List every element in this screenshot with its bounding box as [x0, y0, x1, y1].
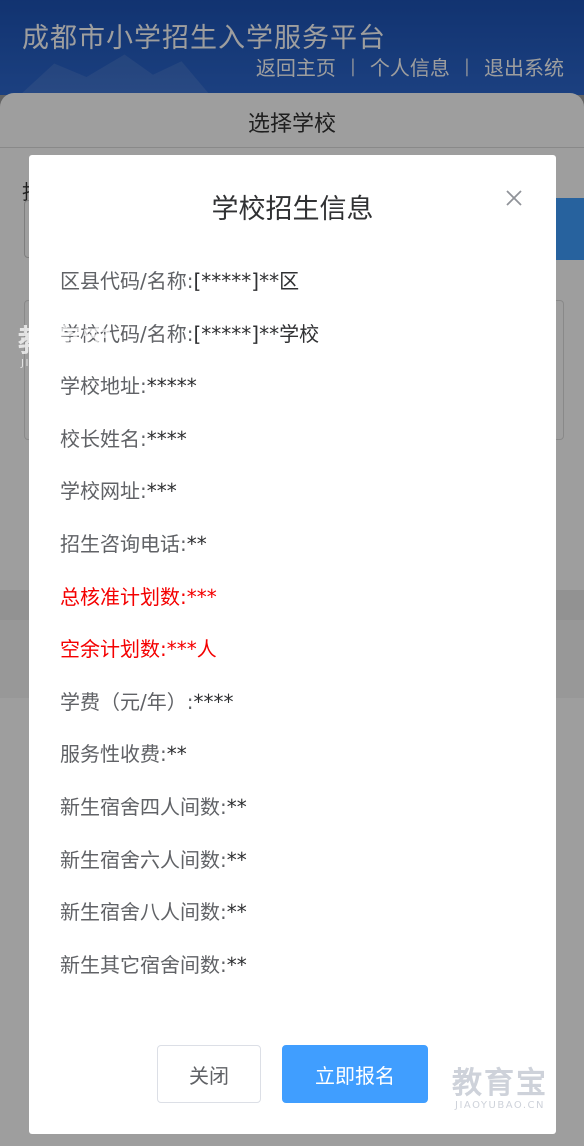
info-value: *****: [146, 374, 197, 399]
info-value: ***: [146, 479, 177, 504]
info-value: ***: [186, 584, 217, 609]
close-icon: [506, 190, 522, 206]
info-label: 新生宿舍八人间数:: [60, 900, 227, 925]
info-label: 校长姓名:: [60, 426, 147, 451]
info-value: **: [226, 952, 247, 977]
info-value: ***人: [166, 637, 217, 662]
watermark-en: JIAOYUBAO.CN: [21, 358, 111, 369]
info-row: 学费（元/年）:****: [60, 687, 319, 740]
close-button[interactable]: 关闭: [157, 1045, 261, 1103]
enroll-button[interactable]: 立即报名: [282, 1045, 428, 1103]
info-label: 新生宿舍四人间数:: [60, 794, 227, 819]
page-root: 成都市小学招生入学服务平台 返回主页 | 个人信息 | 退出系统 选择学校 抄 …: [0, 0, 584, 1146]
info-value: [*****]**区: [193, 269, 300, 293]
info-label: 总核准计划数:: [60, 584, 187, 609]
info-row: 学校地址:*****: [60, 371, 319, 424]
info-value: **: [226, 847, 247, 872]
info-label: 学校网址:: [60, 479, 147, 504]
info-row: 招生咨询电话:**: [60, 529, 319, 582]
info-row: 空余计划数:***人: [60, 634, 319, 687]
info-row: 服务性收费:**: [60, 739, 319, 792]
info-value: **: [166, 742, 187, 767]
info-row: 新生宿舍八人间数:**: [60, 897, 319, 950]
info-label: 学校地址:: [60, 374, 147, 399]
info-value: ****: [146, 426, 187, 451]
info-label: 区县代码/名称:: [60, 269, 194, 293]
info-value: **: [226, 794, 247, 819]
info-label: 招生咨询电话:: [60, 531, 187, 556]
info-row: 总核准计划数:***: [60, 582, 319, 635]
info-label: 空余计划数:: [60, 637, 167, 662]
info-list: 区县代码/名称:[*****]**区 学校代码/名称:[*****]**学校 学校地…: [60, 266, 319, 1002]
info-label: 新生其它宿舍间数:: [60, 952, 227, 977]
info-row: 新生宿舍四人间数:**: [60, 792, 319, 845]
info-value: ****: [193, 689, 234, 714]
info-row: 区县代码/名称:[*****]**区: [60, 266, 319, 319]
info-label: 新生宿舍六人间数:: [60, 847, 227, 872]
info-row: 新生其它宿舍间数:**: [60, 950, 319, 1003]
info-row: 学校网址:***: [60, 476, 319, 529]
watermark-en: JIAOYUBAO.CN: [455, 1100, 545, 1111]
info-label: 服务性收费:: [60, 742, 167, 767]
watermark-cn: 教育宝: [452, 1066, 548, 1101]
info-value: **: [226, 900, 247, 925]
info-value: **: [186, 531, 207, 556]
info-row: 校长姓名:****: [60, 424, 319, 477]
watermark-logo: 教育宝 JIAOYUBAO.CN: [452, 1068, 548, 1112]
watermark-logo: 教育宝 JIAOYUBAO.CN: [18, 326, 114, 370]
dialog-title: 学校招生信息: [211, 194, 374, 225]
school-info-dialog: 学校招生信息 区县代码/名称:[*****]**区 学校代码/名称:[*****]…: [29, 155, 556, 1134]
info-row: 新生宿舍六人间数:**: [60, 845, 319, 898]
info-value: [*****]**学校: [193, 321, 320, 346]
watermark-cn: 教育宝: [18, 324, 114, 359]
dialog-close-button[interactable]: [501, 185, 527, 211]
info-label: 学费（元/年）:: [60, 689, 194, 714]
